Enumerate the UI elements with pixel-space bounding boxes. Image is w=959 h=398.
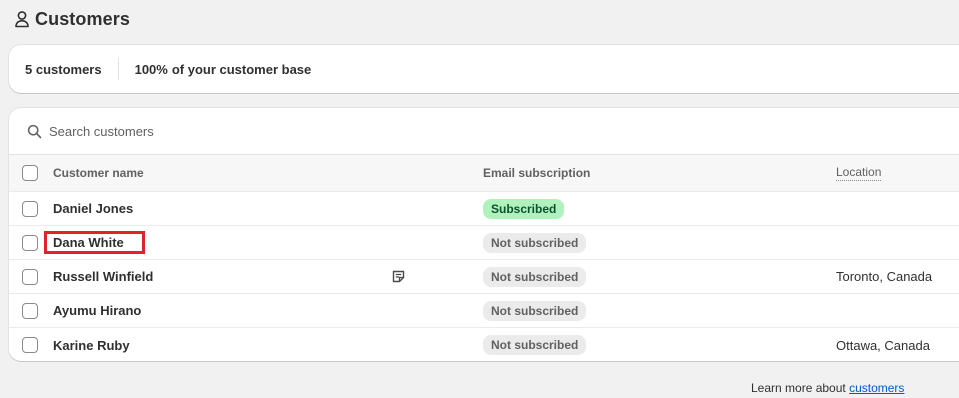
status-badge: Subscribed <box>483 198 565 219</box>
row-checkbox[interactable] <box>22 268 38 285</box>
select-all-checkbox[interactable] <box>22 165 38 181</box>
table-row[interactable]: Russell Winfield Not subscribed Toronto,… <box>9 260 959 294</box>
search-input[interactable] <box>49 123 349 139</box>
base-percent-value: 100% <box>134 61 168 77</box>
customer-name[interactable]: Dana White <box>53 235 124 250</box>
customers-help-link[interactable]: customers <box>849 381 904 395</box>
email-subscription-cell: Not subscribed <box>483 232 587 253</box>
status-badge: Not subscribed <box>483 300 587 321</box>
email-subscription-cell: Not subscribed <box>483 335 587 355</box>
status-badge: Not subscribed <box>483 266 587 287</box>
note-icon[interactable] <box>391 269 406 287</box>
customer-stats-card: 5 customers 100% of your customer base <box>9 45 959 93</box>
footer-text: Learn more about <box>751 381 850 395</box>
customer-base-percentage[interactable]: 100% of your customer base <box>119 62 312 77</box>
customer-name[interactable]: Daniel Jones <box>53 201 133 216</box>
search-icon <box>27 124 42 139</box>
base-percent-label: of your customer base <box>171 61 312 77</box>
page-title: Customers <box>35 8 130 29</box>
customer-name[interactable]: Karine Ruby <box>53 338 130 353</box>
footer-help-text: Learn more about customers <box>751 381 904 395</box>
column-header-location[interactable]: Location <box>836 165 882 181</box>
column-header-email-subscription[interactable]: Email subscription <box>483 166 590 180</box>
table-row[interactable]: Dana White Not subscribed <box>9 226 959 260</box>
person-icon <box>14 10 30 28</box>
row-checkbox[interactable] <box>22 200 38 217</box>
table-row[interactable]: Daniel Jones Subscribed <box>9 192 959 226</box>
email-subscription-cell: Not subscribed <box>483 266 587 287</box>
table-row[interactable]: Karine Ruby Not subscribed Ottawa, Canad… <box>9 328 959 361</box>
table-row[interactable]: Ayumu Hirano Not subscribed <box>9 294 959 328</box>
customer-name[interactable]: Russell Winfield <box>53 269 153 284</box>
row-checkbox[interactable] <box>22 337 38 353</box>
location-cell: Ottawa, Canada <box>836 337 930 353</box>
row-checkbox[interactable] <box>22 234 38 251</box>
page-header: Customers <box>14 8 130 30</box>
customers-table-card: Customer name Email subscription Locatio… <box>9 108 959 361</box>
email-subscription-cell: Not subscribed <box>483 300 587 321</box>
row-checkbox[interactable] <box>22 302 38 319</box>
email-subscription-cell: Subscribed <box>483 198 565 219</box>
column-header-customer-name[interactable]: Customer name <box>53 166 144 180</box>
customer-name[interactable]: Ayumu Hirano <box>53 303 141 318</box>
location-cell: Toronto, Canada <box>836 269 933 284</box>
status-badge: Not subscribed <box>483 335 587 355</box>
table-header-row: Customer name Email subscription Locatio… <box>9 155 959 192</box>
search-bar[interactable] <box>9 108 959 155</box>
status-badge: Not subscribed <box>483 232 587 253</box>
customer-count[interactable]: 5 customers <box>9 62 118 77</box>
